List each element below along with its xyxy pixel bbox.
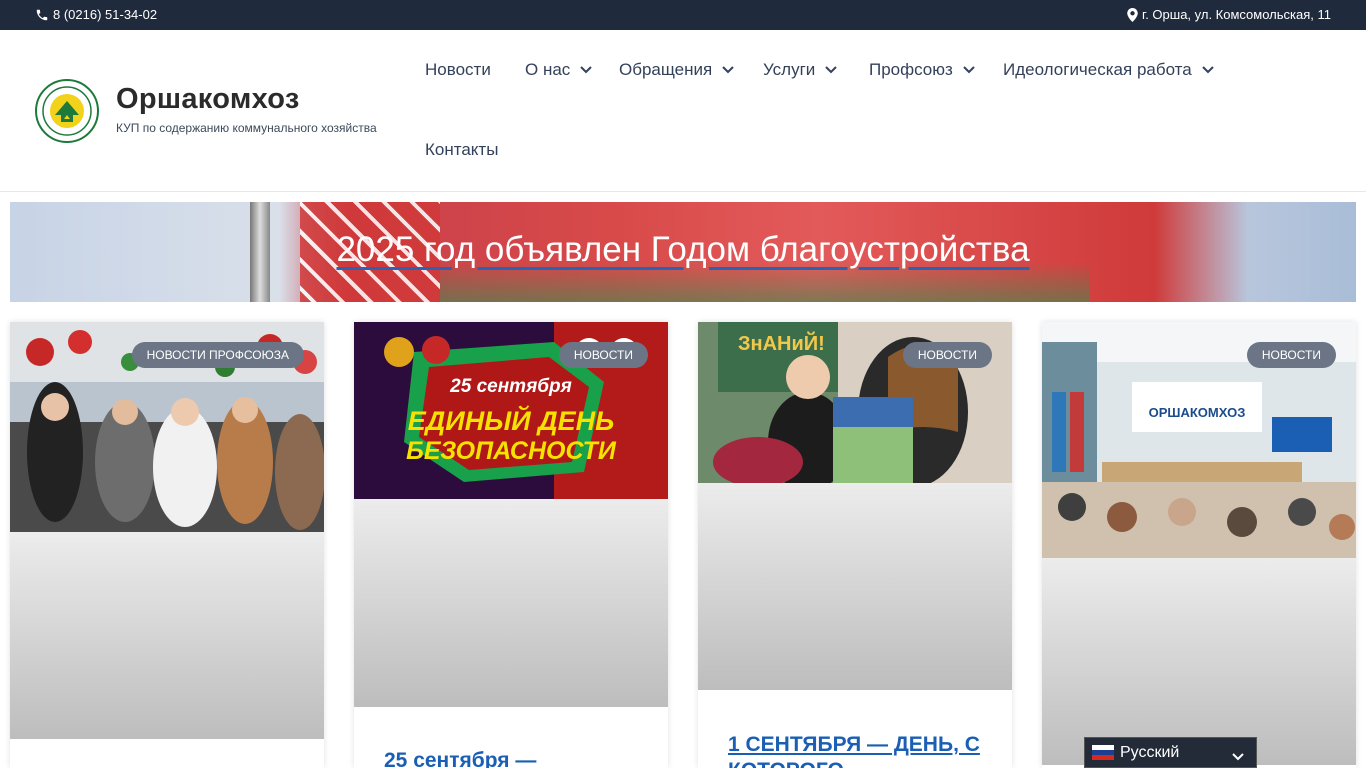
- nav-item-ideology[interactable]: Идеологическая работа: [1003, 60, 1214, 80]
- phone-contact[interactable]: 8 (0216) 51-34-02: [35, 7, 157, 22]
- svg-text:ОРШАКОМХОЗ: ОРШАКОМХОЗ: [1149, 405, 1246, 420]
- post-card[interactable]: ОРШАКОМХОЗ НОВОСТИ: [1042, 322, 1356, 768]
- language-selected: Русский: [1120, 743, 1180, 761]
- phone-number: 8 (0216) 51-34-02: [53, 7, 158, 22]
- category-badge[interactable]: НОВОСТИ: [1246, 342, 1336, 368]
- svg-text:ЕДИНЫЙ ДЕНЬ: ЕДИНЫЙ ДЕНЬ: [408, 404, 614, 436]
- nav-item-trade-union[interactable]: Профсоюз: [869, 60, 975, 80]
- category-badge[interactable]: НОВОСТИ: [558, 342, 648, 368]
- post-title[interactable]: 25 сентября —: [384, 748, 536, 768]
- svg-text:ЗнАНиЙ!: ЗнАНиЙ!: [738, 331, 825, 355]
- nav-item-appeals[interactable]: Обращения: [619, 60, 734, 80]
- post-card[interactable]: ЗнАНиЙ! НОВОСТИ 1 СЕНТЯБРЯ — ДЕНЬ, С КОТ…: [698, 322, 1012, 768]
- chevron-down-icon: [963, 66, 975, 74]
- post-image-placeholder: [698, 483, 1012, 690]
- nav-item-services[interactable]: Услуги: [763, 60, 837, 80]
- svg-text:25 сентября: 25 сентября: [449, 376, 572, 397]
- language-switcher[interactable]: Русский: [1084, 737, 1257, 768]
- address-contact: г. Орша, ул. Комсомольская, 11: [1127, 7, 1331, 22]
- category-badge[interactable]: НОВОСТИ ПРОФСОЮЗА: [131, 342, 304, 368]
- map-marker-icon: [1127, 7, 1138, 22]
- address-text: г. Орша, ул. Комсомольская, 11: [1142, 7, 1331, 22]
- post-image-placeholder: [10, 532, 324, 739]
- category-badge[interactable]: НОВОСТИ: [902, 342, 992, 368]
- nav-item-label: Идеологическая работа: [1003, 60, 1192, 79]
- nav-item-label: О нас: [525, 60, 571, 79]
- chevron-down-icon: [1232, 748, 1244, 766]
- chevron-down-icon: [722, 66, 734, 74]
- russia-flag-icon: [1092, 745, 1114, 760]
- chevron-down-icon: [1202, 66, 1214, 74]
- hero-title-link[interactable]: 2025 год объявлен Годом благоустройства: [10, 230, 1356, 270]
- nav-item-news[interactable]: Новости: [425, 60, 491, 80]
- post-image-placeholder: [1042, 558, 1356, 765]
- nav-item-label: Контакты: [425, 140, 499, 159]
- post-card[interactable]: НОВОСТИ ПРОФСОЮЗА: [10, 322, 324, 768]
- chevron-down-icon: [580, 66, 593, 74]
- post-image-placeholder: [354, 499, 668, 707]
- nav-item-label: Новости: [425, 60, 491, 79]
- nav-item-about[interactable]: О нас: [525, 60, 593, 80]
- hero-banner[interactable]: 2025 год объявлен Годом благоустройства: [10, 202, 1356, 302]
- post-card[interactable]: 25 сентября ЕДИНЫЙ ДЕНЬ БЕЗОПАСНОСТИ НОВ…: [354, 322, 668, 768]
- nav-item-label: Профсоюз: [869, 60, 953, 79]
- nav-item-label: Обращения: [619, 60, 713, 79]
- site-description: КУП по содержанию коммунального хозяйств…: [116, 121, 377, 135]
- svg-text:БЕЗОПАСНОСТИ: БЕЗОПАСНОСТИ: [406, 437, 617, 465]
- post-title[interactable]: 1 СЕНТЯБРЯ — ДЕНЬ, С КОТОРОГО: [728, 732, 988, 768]
- site-title[interactable]: Оршакомхоз: [116, 83, 300, 116]
- nav-item-contacts[interactable]: Контакты: [425, 140, 498, 160]
- chevron-down-icon: [825, 66, 837, 74]
- top-bar: 8 (0216) 51-34-02 г. Орша, ул. Комсомоль…: [0, 0, 1366, 30]
- site-header: Оршакомхоз КУП по содержанию коммунально…: [0, 30, 1366, 192]
- phone-icon: [36, 9, 48, 20]
- site-logo[interactable]: [35, 79, 99, 143]
- nav-item-label: Услуги: [763, 60, 816, 79]
